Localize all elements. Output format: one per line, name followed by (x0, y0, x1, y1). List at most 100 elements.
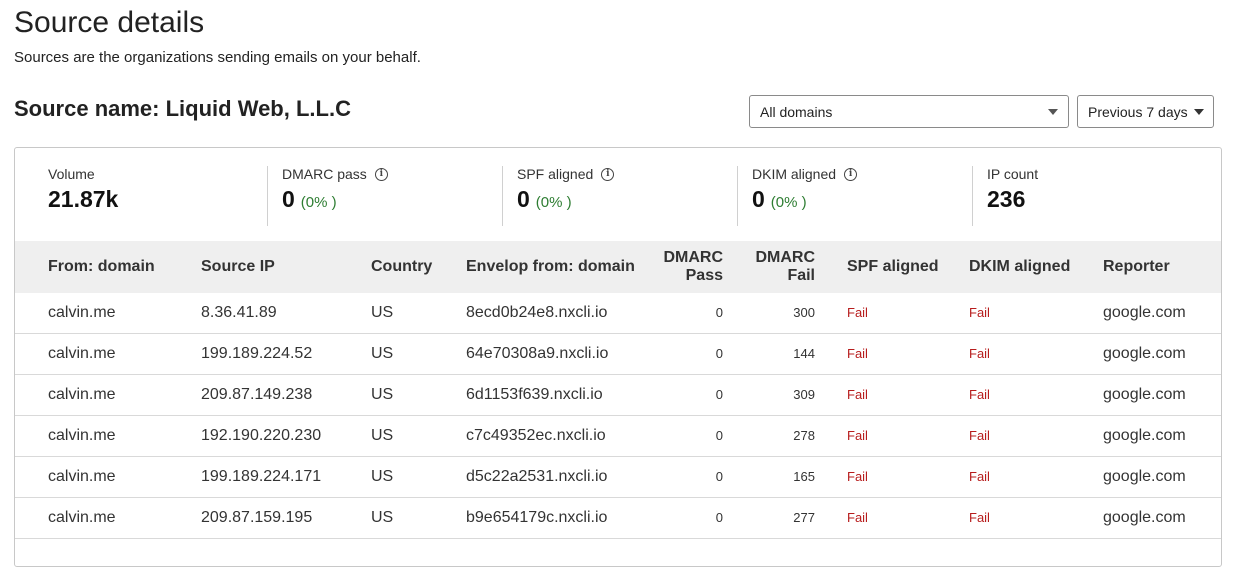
cell-spf-aligned: Fail (847, 428, 868, 443)
column-header-line: Pass (685, 267, 723, 284)
column-header-reporter[interactable]: Reporter (1103, 258, 1170, 276)
cell-dmarc-fail: 309 (793, 387, 815, 402)
caret-down-icon (1193, 108, 1204, 115)
cell-envelop-from: d5c22a2531.nxcli.io (466, 468, 608, 485)
period-select-value: Previous 7 days (1088, 103, 1188, 120)
column-header-from-domain[interactable]: From: domain (48, 258, 155, 276)
cell-from-domain: calvin.me (48, 468, 116, 485)
info-icon[interactable]: i (844, 167, 858, 181)
stat-volume: Volume 21.87k (48, 166, 118, 226)
stat-label: SPF aligned (517, 166, 594, 182)
cell-from-domain: calvin.me (48, 345, 116, 362)
stat-dkim-aligned: DKIM aligned i 0 (0% ) (737, 166, 858, 226)
period-select[interactable]: Previous 7 days (1077, 95, 1214, 128)
cell-reporter: google.com (1103, 427, 1186, 444)
cell-source-ip: 199.189.224.171 (201, 468, 322, 485)
cell-envelop-from: 6d1153f639.nxcli.io (466, 386, 603, 403)
chevron-down-icon (1048, 108, 1058, 115)
column-header-line: DMARC (755, 249, 815, 266)
info-icon[interactable]: i (374, 167, 388, 181)
cell-country: US (371, 509, 394, 526)
cell-dmarc-pass: 0 (715, 510, 723, 525)
source-name-heading: Source name: Liquid Web, L.L.C (14, 96, 351, 121)
cell-spf-aligned: Fail (847, 305, 868, 320)
table-row[interactable]: calvin.me 8.36.41.89 US 8ecd0b24e8.nxcli.io… (15, 293, 1221, 334)
cell-dmarc-pass: 0 (715, 469, 723, 484)
cell-reporter: google.com (1103, 304, 1186, 321)
page-subtitle: Sources are the organizations sending em… (14, 49, 421, 66)
column-header-dmarc-fail[interactable]: DMARC Fail (755, 249, 815, 285)
table-row[interactable]: calvin.me 209.87.149.238 US 6d1153f639.nxcl… (15, 375, 1221, 416)
column-header-spf-aligned[interactable]: SPF aligned (847, 258, 939, 276)
divider (737, 166, 738, 226)
stat-value: 0 (517, 186, 530, 212)
cell-from-domain: calvin.me (48, 304, 116, 321)
cell-source-ip: 209.87.149.238 (201, 386, 313, 403)
cell-dmarc-pass: 0 (715, 346, 723, 361)
cell-from-domain: calvin.me (48, 509, 116, 526)
table-row[interactable]: calvin.me 192.190.220.230 US c7c49352ec.nxc… (15, 416, 1221, 457)
table-row[interactable]: calvin.me 199.189.224.171 US d5c22a2531.nxc… (15, 457, 1221, 498)
column-header-country[interactable]: Country (371, 258, 432, 276)
cell-spf-aligned: Fail (847, 510, 868, 525)
cell-reporter: google.com (1103, 509, 1186, 526)
stat-percent: (0% ) (300, 194, 337, 211)
stat-label: DKIM aligned (752, 166, 837, 182)
divider (267, 166, 268, 226)
stat-percent: (0% ) (535, 194, 572, 211)
stat-ip-count: IP count 236 (972, 166, 1039, 226)
column-header-source-ip[interactable]: Source IP (201, 258, 275, 276)
stat-value: 0 (752, 186, 765, 212)
table-row[interactable]: calvin.me 209.87.159.195 US b9e654179c.nxcl… (15, 498, 1221, 539)
stat-label: DMARC pass (282, 166, 367, 182)
column-header-dkim-aligned[interactable]: DKIM aligned (969, 258, 1070, 276)
cell-envelop-from: c7c49352ec.nxcli.io (466, 427, 606, 444)
stat-label: IP count (987, 166, 1039, 182)
stats-summary: Volume 21.87k DMARC pass i 0 (0% ) SPF ali… (15, 148, 1221, 242)
cell-envelop-from: b9e654179c.nxcli.io (466, 509, 608, 526)
stat-value: 236 (987, 186, 1026, 212)
cell-dmarc-fail: 278 (793, 428, 815, 443)
divider (972, 166, 973, 226)
cell-country: US (371, 427, 394, 444)
cell-dmarc-fail: 277 (793, 510, 815, 525)
cell-dmarc-pass: 0 (715, 428, 723, 443)
cell-country: US (371, 468, 394, 485)
cell-source-ip: 192.190.220.230 (201, 427, 322, 444)
cell-source-ip: 8.36.41.89 (201, 304, 277, 321)
cell-spf-aligned: Fail (847, 387, 868, 402)
cell-dmarc-fail: 165 (793, 469, 815, 484)
stat-dmarc-pass: DMARC pass i 0 (0% ) (267, 166, 388, 226)
cell-spf-aligned: Fail (847, 346, 868, 361)
table-row[interactable]: calvin.me 199.189.224.52 US 64e70308a9.nxcl… (15, 334, 1221, 375)
cell-dkim-aligned: Fail (969, 387, 990, 402)
cell-dmarc-fail: 144 (793, 346, 815, 361)
cell-dkim-aligned: Fail (969, 469, 990, 484)
stat-value: 0 (282, 186, 295, 212)
cell-dmarc-fail: 300 (793, 305, 815, 320)
stat-spf-aligned: SPF aligned i 0 (0% ) (502, 166, 615, 226)
cell-envelop-from: 64e70308a9.nxcli.io (466, 345, 609, 362)
cell-reporter: google.com (1103, 345, 1186, 362)
divider (502, 166, 503, 226)
column-header-line: Fail (787, 267, 815, 284)
stat-value: 21.87k (48, 186, 119, 212)
cell-dkim-aligned: Fail (969, 305, 990, 320)
cell-source-ip: 199.189.224.52 (201, 345, 313, 362)
cell-dmarc-pass: 0 (715, 305, 723, 320)
cell-dkim-aligned: Fail (969, 428, 990, 443)
cell-from-domain: calvin.me (48, 386, 116, 403)
column-header-envelop-from[interactable]: Envelop from: domain (466, 258, 635, 276)
info-icon[interactable]: i (601, 167, 615, 181)
stat-label: Volume (48, 166, 95, 182)
table-header: From: domain Source IP Country Envelop f… (15, 241, 1221, 293)
column-header-line: DMARC (663, 249, 723, 266)
stat-percent: (0% ) (770, 194, 807, 211)
page-title: Source details (14, 6, 205, 39)
cell-dkim-aligned: Fail (969, 346, 990, 361)
cell-reporter: google.com (1103, 386, 1186, 403)
cell-source-ip: 209.87.159.195 (201, 509, 313, 526)
domain-select[interactable]: All domains (749, 95, 1069, 128)
column-header-dmarc-pass[interactable]: DMARC Pass (663, 249, 723, 285)
cell-envelop-from: 8ecd0b24e8.nxcli.io (466, 304, 608, 321)
